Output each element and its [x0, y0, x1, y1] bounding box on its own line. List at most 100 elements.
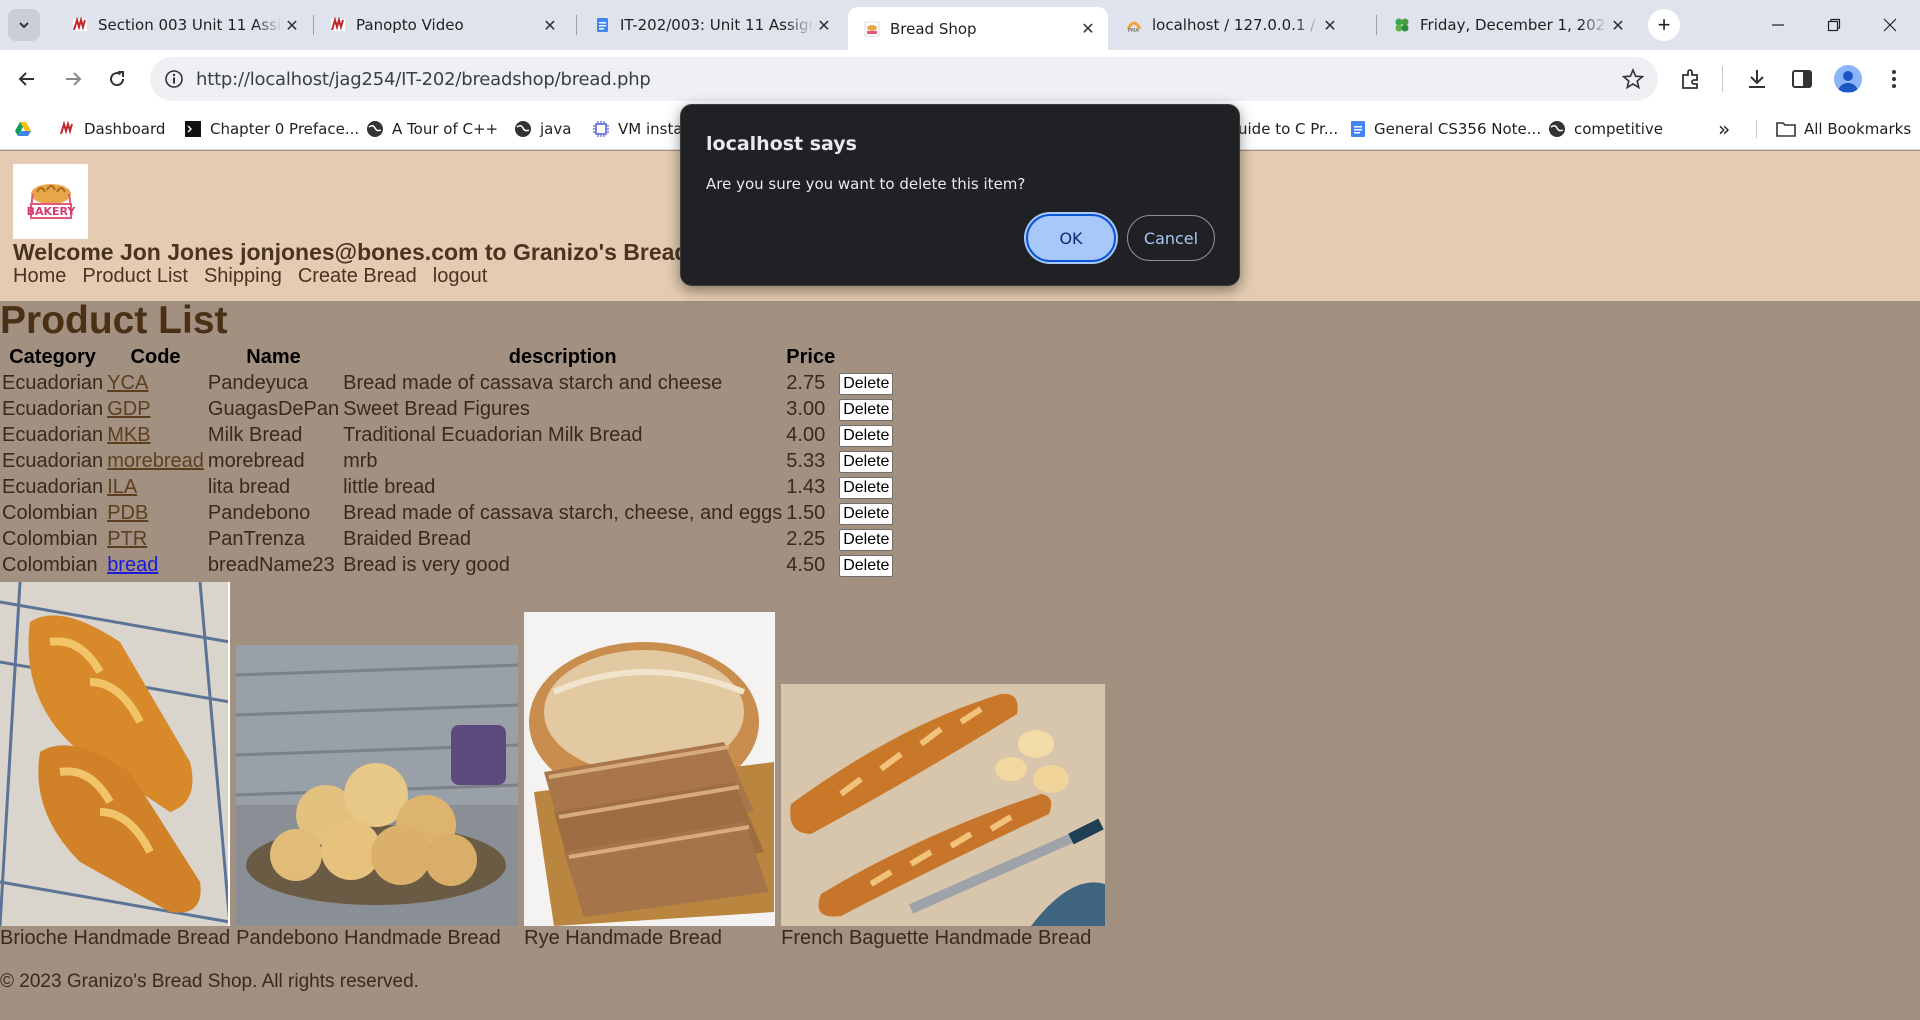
delete-button[interactable]: Delete: [839, 503, 894, 525]
bookmark-guide-c[interactable]: uide to C Pr...: [1238, 117, 1338, 141]
chip-icon: [593, 121, 609, 137]
close-icon[interactable]: ✕: [1078, 19, 1098, 38]
nav-shipping[interactable]: Shipping: [204, 265, 282, 288]
product-code-link[interactable]: PTR: [107, 528, 147, 550]
tab-bread-shop[interactable]: Bread Shop ✕: [848, 7, 1108, 50]
nav-logout[interactable]: logout: [433, 265, 488, 288]
close-icon[interactable]: ✕: [282, 16, 302, 35]
new-tab-button[interactable]: +: [1648, 9, 1680, 41]
extensions-icon[interactable]: [1679, 67, 1703, 91]
bookmark-competitive[interactable]: competitive: [1548, 117, 1663, 141]
tab-it202-doc[interactable]: IT-202/003: Unit 11 Assignment ✕: [578, 7, 844, 43]
bookmark-chapter0[interactable]: Chapter 0 Preface...: [184, 117, 359, 141]
cell-description: Bread is very good: [343, 553, 510, 576]
nav-create-bread[interactable]: Create Bread: [298, 265, 417, 288]
cancel-button[interactable]: Cancel: [1127, 215, 1215, 261]
delete-button[interactable]: Delete: [839, 373, 894, 395]
tab-title: localhost / 127.0.0.1 / bread: [1152, 16, 1320, 34]
product-code-link[interactable]: bread: [107, 554, 158, 576]
cell-category: Ecuadorian: [2, 371, 104, 394]
bookmark-label: All Bookmarks: [1804, 120, 1912, 138]
bookmarks-overflow-button[interactable]: »: [1718, 117, 1730, 141]
gallery-item-baguette: French Baguette Handmade Bread: [781, 684, 1106, 953]
close-icon[interactable]: ✕: [540, 16, 560, 35]
bookmark-vm-install[interactable]: VM insta: [592, 117, 683, 141]
tab-title: Section 003 Unit 11 Assignment: [98, 16, 282, 34]
delete-button[interactable]: Delete: [839, 451, 894, 473]
cell-actions: Delete: [837, 448, 895, 474]
cell-actions: Delete: [837, 396, 895, 422]
gallery-caption: Brioche Handmade Bread: [0, 927, 231, 949]
nav-home[interactable]: Home: [13, 265, 66, 288]
product-code-link[interactable]: PDB: [107, 502, 148, 524]
browser-toolbar: http://localhost/jag254/IT-202/breadshop…: [0, 50, 1920, 108]
product-code-link[interactable]: GDP: [107, 398, 150, 420]
cell-code: PDB: [105, 500, 206, 526]
delete-button[interactable]: Delete: [839, 529, 894, 551]
tab-section-003[interactable]: Section 003 Unit 11 Assignment ✕: [56, 7, 312, 43]
gallery-item-pandebono: Pandebono Handmade Bread: [236, 645, 519, 953]
tab-search-button[interactable]: [8, 9, 40, 41]
bookmark-tour-cpp[interactable]: A Tour of C++: [366, 117, 498, 141]
side-panel-icon[interactable]: [1790, 67, 1814, 91]
close-window-button[interactable]: [1870, 10, 1910, 40]
download-icon[interactable]: [1745, 67, 1769, 91]
cell-actions: Delete: [837, 552, 895, 578]
cell-name: breadName23: [207, 553, 335, 576]
product-code-link[interactable]: ILA: [107, 476, 137, 498]
star-icon[interactable]: [1622, 68, 1644, 90]
clover-icon: [1395, 18, 1409, 32]
folder-icon: [1776, 122, 1796, 137]
product-code-link[interactable]: morebread: [107, 450, 204, 472]
tab-calendar[interactable]: Friday, December 1, 2023 · ✕: [1378, 7, 1638, 43]
product-code-link[interactable]: MKB: [107, 424, 150, 446]
delete-button[interactable]: Delete: [839, 477, 894, 499]
close-icon[interactable]: ✕: [814, 16, 834, 35]
cell-price: 5.33: [786, 449, 826, 472]
delete-button[interactable]: Delete: [839, 425, 894, 447]
bookmark-label: General CS356 Note...: [1374, 120, 1542, 138]
ok-button[interactable]: OK: [1026, 214, 1116, 262]
cell-category: Colombian: [2, 553, 98, 576]
close-icon[interactable]: ✕: [1320, 16, 1340, 35]
tab-title: Friday, December 1, 2023 ·: [1420, 16, 1608, 34]
plus-icon: +: [1657, 12, 1671, 37]
info-icon[interactable]: [164, 69, 184, 89]
cell-price: 1.43: [786, 475, 826, 498]
delete-button[interactable]: Delete: [839, 555, 894, 577]
bakery-logo-icon: BAKERY: [26, 183, 76, 219]
header-actions: [837, 344, 895, 370]
product-code-link[interactable]: YCA: [107, 372, 148, 394]
cell-actions: Delete: [837, 370, 895, 396]
profile-avatar[interactable]: [1834, 65, 1862, 93]
dialog-message: Are you sure you want to delete this ite…: [706, 175, 1026, 193]
all-bookmarks-button[interactable]: All Bookmarks: [1776, 117, 1911, 141]
bookmark-label: competitive: [1574, 120, 1663, 138]
globe-icon: [515, 121, 531, 137]
tab-panopto[interactable]: Panopto Video ✕: [314, 7, 570, 43]
cell-description: Braided Bread: [343, 527, 471, 550]
docs-icon: [597, 18, 608, 32]
minimize-button[interactable]: [1758, 10, 1798, 40]
back-button[interactable]: [10, 62, 44, 96]
close-icon[interactable]: ✕: [1608, 16, 1628, 35]
cell-price: 4.00: [786, 423, 826, 446]
reload-icon: [110, 71, 125, 87]
close-icon: [1883, 18, 1897, 32]
nav-product-list[interactable]: Product List: [82, 265, 188, 288]
tab-phpmyadmin[interactable]: PMA localhost / 127.0.0.1 / bread ✕: [1110, 7, 1350, 43]
bookmark-cs356[interactable]: General CS356 Note...: [1350, 117, 1541, 141]
forward-button[interactable]: [56, 62, 90, 96]
footer-copyright: © 2023 Granizo's Bread Shop. All rights …: [0, 971, 419, 992]
delete-button[interactable]: Delete: [839, 399, 894, 421]
header-price: Price: [786, 345, 836, 368]
table-row: Ecuadorian ILA lita bread little bread 1.43 D…: [0, 474, 895, 500]
restore-button[interactable]: [1814, 10, 1854, 40]
table-row: Colombian PDB Pandebono Bread made of cassa…: [0, 500, 895, 526]
more-vert-icon[interactable]: [1882, 67, 1906, 91]
bookmark-drive[interactable]: [14, 117, 32, 141]
reload-button[interactable]: [100, 62, 134, 96]
bookmark-dashboard[interactable]: Dashboard: [58, 117, 165, 141]
bookmark-java[interactable]: java: [514, 117, 571, 141]
address-bar[interactable]: http://localhost/jag254/IT-202/breadshop…: [150, 57, 1658, 101]
